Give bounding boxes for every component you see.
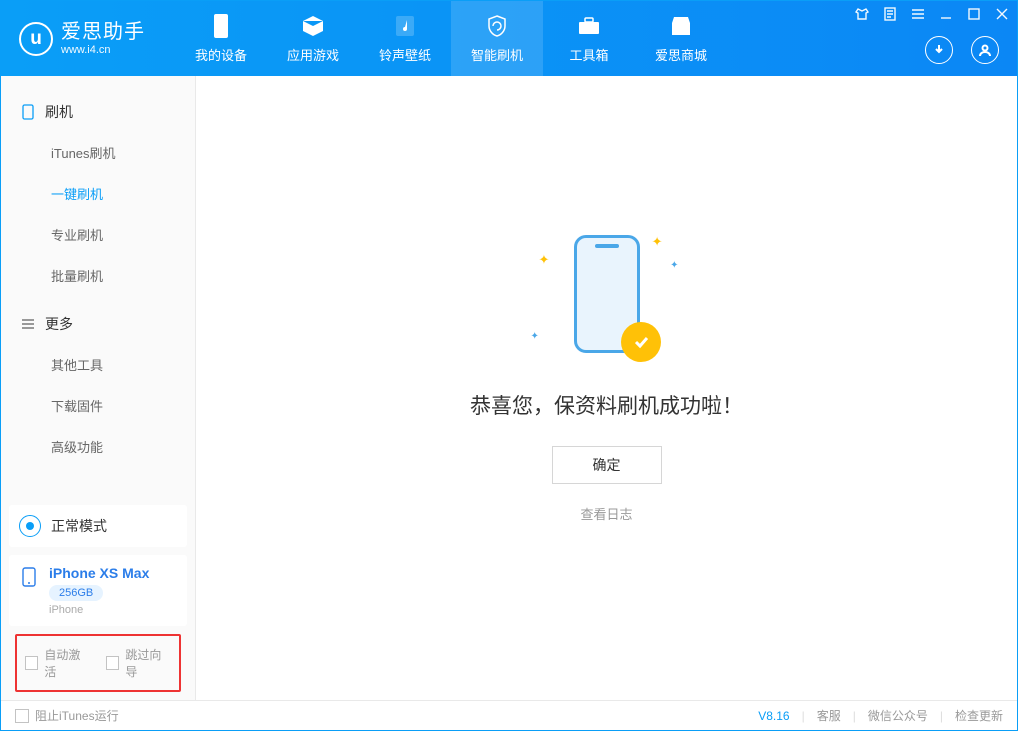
menu-icon[interactable] (909, 5, 927, 23)
check-icon (621, 322, 661, 362)
store-icon (668, 13, 694, 39)
status-label: 正常模式 (51, 516, 107, 536)
logo[interactable]: u 爱思助手 www.i4.cn (1, 1, 165, 76)
footer-link-support[interactable]: 客服 (817, 707, 841, 724)
user-button[interactable] (971, 36, 999, 64)
sidebar-item-itunes[interactable]: iTunes刷机 (1, 132, 195, 173)
nav-ring[interactable]: 铃声壁纸 (359, 1, 451, 76)
app-url: www.i4.cn (61, 44, 145, 57)
sidebar-item-batch[interactable]: 批量刷机 (1, 255, 195, 296)
sidebar-item-firmware[interactable]: 下载固件 (1, 385, 195, 426)
sidebar-item-other[interactable]: 其他工具 (1, 344, 195, 385)
main-content: ✦ ✦ ✦ ✦ 恭喜您，保资料刷机成功啦！ 确定 查看日志 (196, 76, 1017, 700)
version-label: V8.16 (758, 709, 789, 723)
app-title: 爱思助手 (61, 21, 145, 44)
top-nav: 我的设备 应用游戏 铃声壁纸 智能刷机 工具箱 爱思商城 (175, 1, 727, 76)
window-controls (853, 5, 1011, 23)
hamburger-icon (21, 317, 35, 331)
footer-link-wechat[interactable]: 微信公众号 (868, 707, 928, 724)
logo-icon: u (19, 22, 53, 56)
sidebar: 刷机 iTunes刷机 一键刷机 专业刷机 批量刷机 更多 其他工具 下载固件 … (1, 76, 196, 700)
download-button[interactable] (925, 36, 953, 64)
success-illustration: ✦ ✦ ✦ ✦ (527, 224, 687, 364)
success-message: 恭喜您，保资料刷机成功啦！ (470, 390, 743, 420)
header-actions (925, 36, 999, 64)
option-row: 自动激活 跳过向导 (15, 634, 181, 692)
device-storage: 256GB (49, 585, 103, 601)
close-button[interactable] (993, 5, 1011, 23)
nav-store[interactable]: 爱思商城 (635, 1, 727, 76)
sidebar-group-more[interactable]: 更多 (1, 306, 195, 342)
auto-activate-checkbox[interactable]: 自动激活 (25, 646, 90, 680)
shirt-icon[interactable] (853, 5, 871, 23)
sidebar-group-flash[interactable]: 刷机 (1, 94, 195, 130)
checkbox-icon (106, 656, 119, 670)
device-icon (19, 567, 39, 587)
block-itunes-checkbox[interactable]: 阻止iTunes运行 (15, 707, 119, 724)
app-header: u 爱思助手 www.i4.cn 我的设备 应用游戏 铃声壁纸 智能刷机 工具箱 (1, 1, 1017, 76)
toolbox-icon (576, 13, 602, 39)
app-body: 刷机 iTunes刷机 一键刷机 专业刷机 批量刷机 更多 其他工具 下载固件 … (1, 76, 1017, 700)
nav-flash[interactable]: 智能刷机 (451, 1, 543, 76)
status-icon (19, 515, 41, 537)
device-card[interactable]: iPhone XS Max 256GB iPhone (9, 555, 187, 626)
nav-tools[interactable]: 工具箱 (543, 1, 635, 76)
sidebar-item-oneclick[interactable]: 一键刷机 (1, 173, 195, 214)
sidebar-item-pro[interactable]: 专业刷机 (1, 214, 195, 255)
footer-link-update[interactable]: 检查更新 (955, 707, 1003, 724)
nav-apps[interactable]: 应用游戏 (267, 1, 359, 76)
maximize-button[interactable] (965, 5, 983, 23)
phone-outline-icon (21, 105, 35, 119)
cube-icon (300, 13, 326, 39)
device-type: iPhone (49, 604, 149, 616)
checkbox-icon (15, 709, 29, 723)
device-name: iPhone XS Max (49, 565, 149, 581)
minimize-button[interactable] (937, 5, 955, 23)
note-icon[interactable] (881, 5, 899, 23)
footer: 阻止iTunes运行 V8.16 | 客服 | 微信公众号 | 检查更新 (1, 700, 1017, 730)
status-card[interactable]: 正常模式 (9, 505, 187, 547)
nav-device[interactable]: 我的设备 (175, 1, 267, 76)
view-log-link[interactable]: 查看日志 (580, 504, 632, 523)
checkbox-icon (25, 656, 38, 670)
sidebar-item-advanced[interactable]: 高级功能 (1, 426, 195, 467)
phone-icon (208, 13, 234, 39)
sync-icon (484, 13, 510, 39)
ok-button[interactable]: 确定 (552, 446, 662, 484)
skip-guide-checkbox[interactable]: 跳过向导 (106, 646, 171, 680)
music-icon (392, 13, 418, 39)
